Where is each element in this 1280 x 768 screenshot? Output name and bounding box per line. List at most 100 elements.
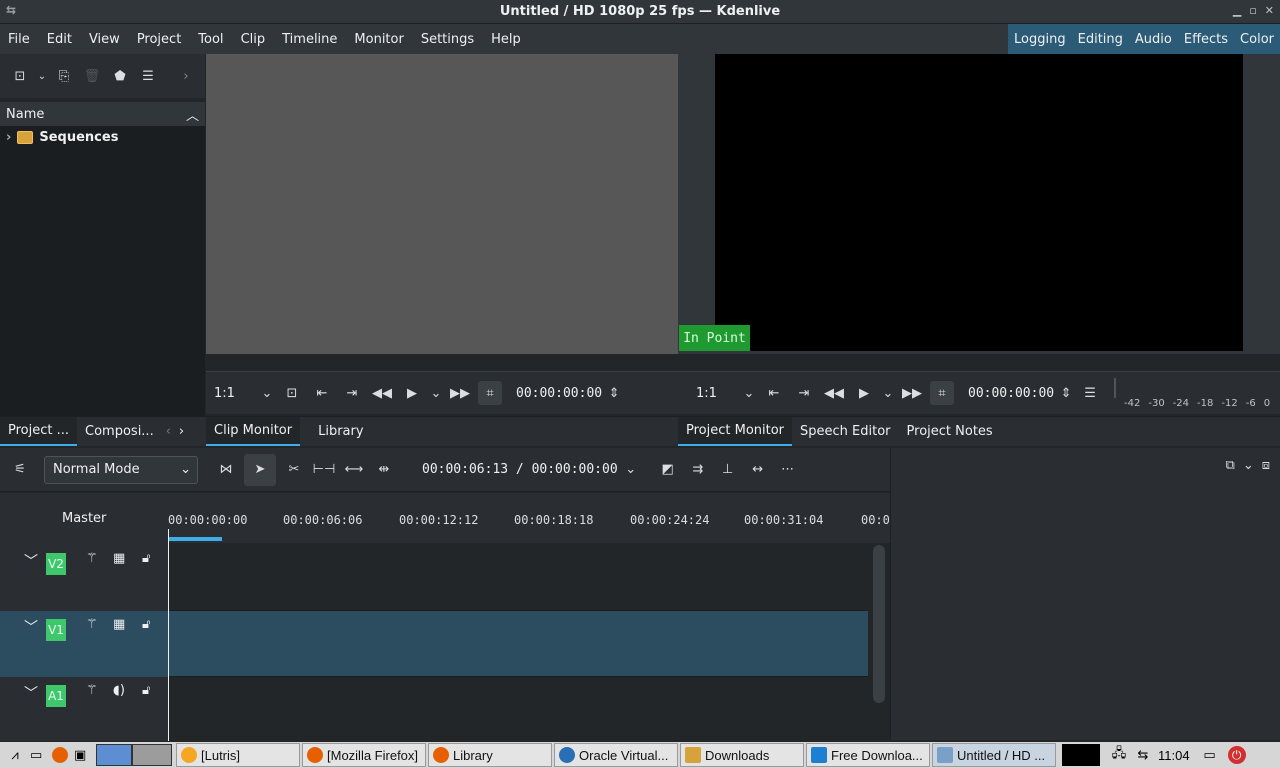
tab-clip-monitor[interactable]: Clip Monitor — [206, 417, 301, 446]
razor-all-icon[interactable]: ⋈ — [214, 458, 238, 482]
film-icon[interactable]: ▦ — [113, 617, 125, 632]
timeline-scrollbar[interactable] — [873, 545, 885, 703]
crop-icon[interactable]: ⌗ — [478, 381, 502, 405]
track-name[interactable]: V1 — [46, 619, 66, 641]
menu-project[interactable]: Project — [129, 24, 189, 54]
updates-icon[interactable]: ⇆ — [1132, 748, 1154, 763]
composite-icon[interactable]: ◩ — [656, 458, 680, 482]
bin-folder-item[interactable]: › Sequences — [0, 126, 205, 148]
timeline-position[interactable]: 00:00:06:13 / 00:00:00:00 — [422, 462, 618, 477]
hamburger-menu-icon[interactable]: ☰ — [136, 64, 160, 88]
chevron-down-icon[interactable]: ⌄ — [430, 381, 442, 405]
firefox-icon[interactable] — [52, 747, 68, 763]
play-icon[interactable]: ▶ — [852, 381, 876, 405]
track-header-a1[interactable]: ﹀ A1 ⚚ ◖) 🔓︎ — [0, 677, 168, 743]
layout-editing[interactable]: Editing — [1072, 24, 1129, 54]
maximize-icon[interactable]: ▫ — [1249, 4, 1256, 17]
bin-column-header[interactable]: Name ︿ — [0, 102, 205, 126]
clip-monitor-ruler[interactable] — [206, 354, 678, 372]
project-monitor-view[interactable] — [715, 54, 1243, 351]
tab-speech-editor[interactable]: Speech Editor — [792, 417, 899, 446]
menu-monitor[interactable]: Monitor — [346, 24, 411, 54]
collapse-icon[interactable]: ﹀ — [24, 551, 38, 571]
network-icon[interactable]: 🖧 — [1106, 744, 1132, 766]
chevron-down-icon[interactable]: ⌄ — [260, 381, 274, 405]
edit-mode-select[interactable]: Normal Mode ⌄ — [44, 455, 198, 484]
hamburger-menu-icon[interactable]: ☰ — [1078, 381, 1102, 405]
project-zoom-select[interactable]: 1:1 — [696, 386, 736, 401]
clip-monitor-view[interactable] — [206, 54, 678, 354]
chevron-right-icon[interactable]: › — [174, 64, 198, 88]
power-icon[interactable]: ⏻ — [1227, 746, 1246, 764]
project-timecode[interactable]: 00:00:00:00 — [968, 386, 1054, 401]
chevron-down-icon[interactable]: ⌄ — [1243, 458, 1254, 473]
chevron-down-icon[interactable]: ⌄ — [36, 64, 48, 88]
forward-icon[interactable]: ▶▶ — [900, 381, 924, 405]
play-icon[interactable]: ▶ — [400, 381, 424, 405]
safe-zone-icon[interactable]: ⊡ — [280, 381, 304, 405]
track-a1[interactable] — [168, 677, 868, 743]
timeline-area[interactable]: 00:00:00:00 00:00:06:06 00:00:12:12 00:0… — [168, 493, 890, 743]
link-icon[interactable]: ⧉ — [1226, 458, 1235, 473]
set-out-icon[interactable]: ⇥ — [340, 381, 364, 405]
slip-tool-icon[interactable]: ⇹ — [372, 458, 396, 482]
lock-icon[interactable]: 🔓︎ — [142, 551, 150, 566]
chevron-down-icon[interactable]: ⌄ — [742, 381, 756, 405]
task-virtualbox[interactable]: Oracle Virtual... — [554, 743, 678, 767]
playhead[interactable] — [168, 529, 169, 741]
collapse-icon[interactable]: ﹀ — [24, 683, 38, 703]
extract-icon[interactable]: ↔ — [746, 458, 770, 482]
clock[interactable]: 11:04 — [1158, 748, 1190, 763]
track-settings-icon[interactable]: ⚟ — [8, 458, 32, 482]
sort-up-icon[interactable]: ︿ — [186, 105, 199, 124]
razor-tool-icon[interactable]: ✂ — [282, 458, 306, 482]
workspace-2[interactable] — [132, 744, 172, 766]
effects-wand-icon[interactable]: ⚚ — [86, 617, 98, 632]
project-monitor-ruler[interactable] — [678, 354, 1280, 372]
add-clip-icon[interactable]: ⊡ — [8, 64, 32, 88]
file-manager-icon[interactable]: ▭ — [30, 748, 52, 763]
effects-wand-icon[interactable]: ⚚ — [86, 551, 98, 566]
lock-icon[interactable]: 🔓︎ — [142, 617, 150, 632]
lock-icon[interactable]: 🔓︎ — [142, 683, 150, 698]
ripple-tool-icon[interactable]: ⟷ — [342, 458, 366, 482]
collapse-icon[interactable]: ﹀ — [24, 617, 38, 637]
timeline-ruler[interactable]: 00:00:00:00 00:00:06:06 00:00:12:12 00:0… — [168, 493, 890, 543]
start-menu-icon[interactable]: ⩘ — [0, 748, 30, 763]
tab-project-bin[interactable]: Project ... — [0, 417, 78, 446]
expand-arrow-icon[interactable]: › — [6, 130, 11, 145]
rewind-icon[interactable]: ◀◀ — [370, 381, 394, 405]
tab-scroll-right-icon[interactable]: › — [175, 417, 188, 446]
track-v1[interactable] — [168, 611, 868, 677]
spacer-tool-icon[interactable]: ⊢⊣ — [312, 458, 336, 482]
effects-wand-icon[interactable]: ⚚ — [86, 683, 98, 698]
menu-settings[interactable]: Settings — [413, 24, 482, 54]
track-v2[interactable] — [168, 545, 868, 611]
track-name[interactable]: V2 — [46, 553, 66, 575]
tab-scroll-left-icon[interactable]: ‹ — [162, 417, 175, 446]
display-icon[interactable]: ▭ — [1196, 748, 1224, 763]
bin-tree[interactable]: › Sequences — [0, 126, 205, 416]
tab-library[interactable]: Library — [300, 417, 371, 446]
task-downloads[interactable]: Downloads — [680, 743, 804, 767]
chevron-down-icon[interactable]: ⌄ — [882, 381, 894, 405]
layout-audio[interactable]: Audio — [1129, 24, 1178, 54]
chevron-down-icon[interactable]: ⌄ — [624, 458, 638, 482]
layout-color[interactable]: Color — [1234, 24, 1280, 54]
crop-icon[interactable]: ⌗ — [930, 381, 954, 405]
menu-timeline[interactable]: Timeline — [274, 24, 345, 54]
zone-bar[interactable] — [168, 537, 222, 541]
tab-compositions[interactable]: Composi... — [77, 417, 162, 446]
tab-project-notes[interactable]: Project Notes — [899, 417, 1001, 446]
track-header-v2[interactable]: ﹀ V2 ⚚ ▦ 🔓︎ — [0, 545, 168, 611]
forward-icon[interactable]: ▶▶ — [448, 381, 472, 405]
set-in-icon[interactable]: ⇤ — [762, 381, 786, 405]
tag-icon[interactable]: ⬟ — [108, 64, 132, 88]
speaker-icon[interactable]: ◖) — [113, 683, 125, 698]
overwrite-icon[interactable]: ⊥ — [716, 458, 740, 482]
task-lutris[interactable]: [Lutris] — [176, 743, 300, 767]
select-tool-icon[interactable]: ➤ — [244, 453, 276, 486]
close-icon[interactable]: ✕ — [1265, 4, 1274, 17]
undock-icon[interactable]: ⧈ — [1262, 458, 1270, 473]
add-folder-icon[interactable]: ⎘ — [52, 64, 76, 88]
